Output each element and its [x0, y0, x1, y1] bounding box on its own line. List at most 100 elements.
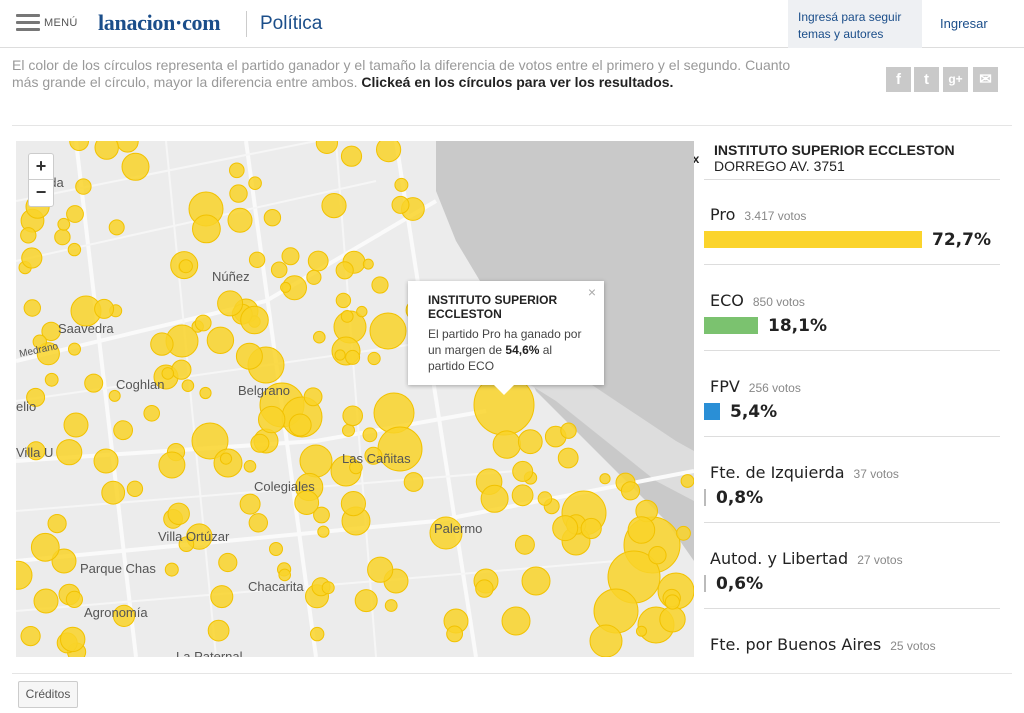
school-circle[interactable] [94, 141, 119, 160]
school-circle[interactable] [219, 452, 233, 465]
mail-icon[interactable]: ✉ [973, 67, 998, 92]
school-circle[interactable] [310, 626, 325, 642]
school-circle[interactable] [514, 534, 535, 555]
school-circle[interactable] [403, 472, 424, 492]
school-circle[interactable] [664, 594, 681, 610]
section-title[interactable]: Política [260, 13, 322, 35]
school-circle[interactable] [371, 276, 389, 294]
school-circle[interactable] [21, 247, 43, 269]
school-circle[interactable] [391, 195, 410, 214]
school-circle[interactable] [217, 290, 244, 317]
school-circle[interactable] [158, 451, 186, 479]
school-circle[interactable] [206, 326, 235, 355]
school-circle[interactable] [620, 481, 641, 501]
school-circle[interactable] [57, 217, 71, 231]
school-circle[interactable] [501, 606, 531, 636]
school-circle[interactable] [67, 242, 82, 257]
school-circle[interactable] [589, 624, 623, 657]
school-circle[interactable] [54, 228, 71, 246]
school-circle[interactable] [63, 412, 89, 438]
hamburger-menu-icon[interactable] [16, 14, 40, 32]
school-circle[interactable] [362, 258, 374, 270]
school-circle[interactable] [235, 342, 263, 370]
panel-close-button[interactable]: x [694, 145, 710, 173]
school-circle[interactable] [517, 429, 543, 455]
school-circle[interactable] [116, 141, 139, 153]
school-circle[interactable] [334, 349, 346, 361]
zoom-in-button[interactable]: + [29, 154, 53, 180]
school-circle[interactable] [446, 625, 464, 643]
school-circle[interactable] [65, 590, 84, 608]
school-circle[interactable] [511, 484, 534, 507]
school-circle[interactable] [373, 392, 415, 434]
school-circle[interactable] [30, 532, 60, 562]
school-circle[interactable] [121, 152, 150, 181]
school-circle[interactable] [321, 581, 335, 595]
school-circle[interactable] [150, 332, 174, 356]
school-circle[interactable] [192, 214, 221, 244]
menu-label[interactable]: MENÚ [44, 17, 78, 29]
school-circle[interactable] [560, 422, 577, 439]
school-circle[interactable] [258, 405, 286, 434]
school-circle[interactable] [108, 219, 125, 236]
school-circle[interactable] [240, 305, 269, 335]
school-circle[interactable] [376, 141, 402, 163]
school-circle[interactable] [248, 513, 269, 533]
school-circle[interactable] [218, 552, 238, 573]
school-circle[interactable] [659, 606, 686, 633]
school-circle[interactable] [16, 560, 33, 590]
school-circle[interactable] [636, 625, 647, 637]
school-circle[interactable] [552, 515, 579, 542]
school-circle[interactable] [307, 250, 329, 272]
school-circle[interactable] [557, 447, 579, 469]
school-circle[interactable] [250, 433, 270, 453]
school-circle[interactable] [269, 542, 283, 556]
school-circle[interactable] [56, 439, 83, 466]
school-circle[interactable] [313, 330, 326, 344]
google-plus-icon[interactable]: g+ [943, 67, 968, 92]
school-circle[interactable] [164, 562, 179, 577]
school-circle[interactable] [299, 444, 333, 478]
school-circle[interactable] [537, 491, 553, 506]
school-circle[interactable] [680, 474, 694, 488]
school-circle[interactable] [303, 387, 323, 407]
school-circle[interactable] [367, 351, 381, 366]
school-circle[interactable] [248, 251, 266, 269]
school-circle[interactable] [93, 448, 119, 474]
school-circle[interactable] [243, 460, 257, 473]
school-circle[interactable] [68, 342, 81, 356]
popup-close-button[interactable]: × [588, 284, 596, 300]
school-circle[interactable] [648, 546, 667, 565]
school-circle[interactable] [342, 423, 355, 437]
school-circle[interactable] [108, 389, 121, 402]
facebook-icon[interactable]: f [886, 67, 911, 92]
twitter-icon[interactable]: t [914, 67, 939, 92]
school-circle[interactable] [178, 259, 193, 274]
school-circle[interactable] [207, 619, 230, 642]
school-circle[interactable] [33, 588, 59, 614]
school-circle[interactable] [143, 405, 160, 422]
school-circle[interactable] [335, 261, 354, 280]
school-circle[interactable] [317, 525, 330, 538]
school-circle[interactable] [521, 566, 551, 596]
school-circle[interactable] [321, 193, 347, 219]
map-canvas[interactable]: ridaNúñezSaavedraCoghlanBelgranoelioVill… [16, 141, 694, 657]
school-circle[interactable] [270, 261, 288, 279]
school-circle[interactable] [66, 205, 84, 223]
school-circle[interactable] [227, 207, 253, 233]
school-circle[interactable] [340, 491, 366, 517]
school-circle[interactable] [356, 305, 368, 318]
credits-button[interactable]: Créditos [18, 681, 78, 708]
results-map[interactable]: ridaNúñezSaavedraCoghlanBelgranoelioVill… [16, 141, 694, 657]
school-circle[interactable] [480, 484, 509, 513]
school-circle[interactable] [394, 177, 409, 192]
school-circle[interactable] [512, 460, 534, 482]
school-circle[interactable] [367, 556, 394, 583]
school-circle[interactable] [23, 299, 41, 317]
school-circle[interactable] [248, 176, 262, 191]
login-link[interactable]: Ingresar [940, 16, 988, 31]
zoom-out-button[interactable]: − [29, 180, 53, 206]
school-circle[interactable] [84, 373, 104, 393]
school-circle[interactable] [60, 626, 86, 653]
school-circle[interactable] [340, 310, 354, 323]
